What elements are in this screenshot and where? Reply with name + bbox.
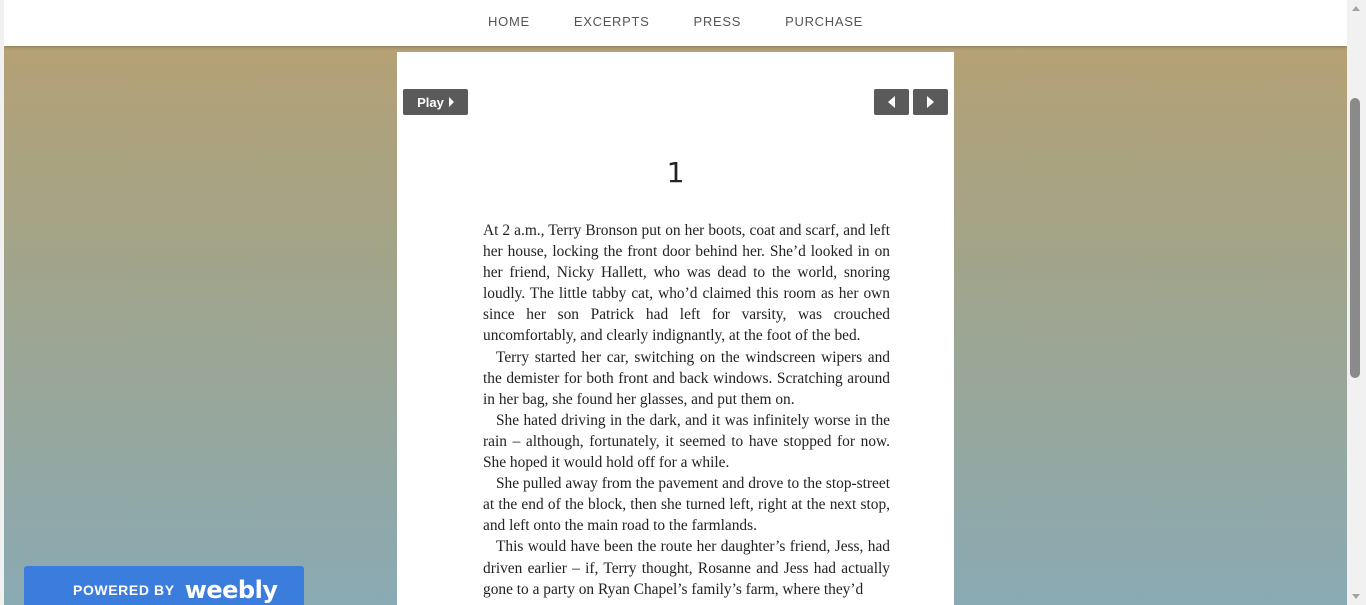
paragraph: She hated driving in the dark, and it wa… (483, 411, 890, 472)
page-background: HOME EXCERPTS PRESS PURCHASE Play 1 At 2… (4, 0, 1347, 605)
paragraph: She pulled away from the pavement and dr… (483, 475, 890, 535)
paragraph: At 2 a.m., Terry Bronson put on her boot… (483, 222, 890, 345)
next-page-button[interactable] (913, 89, 948, 115)
play-button[interactable]: Play (403, 89, 468, 115)
play-label: Play (417, 94, 444, 110)
paragraph: Terry started her car, switching on the … (483, 348, 890, 408)
caret-left-icon (888, 96, 895, 108)
vertical-scrollbar[interactable] (1347, 0, 1366, 605)
book-viewer: Play 1 At 2 a.m., Terry Bronson put on h… (397, 52, 954, 605)
nav-press[interactable]: PRESS (672, 14, 764, 29)
play-icon (448, 97, 454, 107)
scroll-thumb[interactable] (1350, 98, 1360, 378)
scroll-up-arrow-icon[interactable] (1352, 6, 1360, 11)
powered-by-weebly-badge[interactable]: POWERED BY weebly (24, 566, 304, 605)
weebly-logo: weebly (184, 576, 278, 604)
scroll-down-arrow-icon[interactable] (1352, 594, 1360, 599)
main-nav: HOME EXCERPTS PRESS PURCHASE (4, 0, 1347, 42)
nav-purchase[interactable]: PURCHASE (763, 14, 885, 29)
chapter-number: 1 (666, 156, 685, 189)
nav-home[interactable]: HOME (466, 14, 552, 29)
nav-excerpts[interactable]: EXCERPTS (552, 14, 672, 29)
previous-page-button[interactable] (874, 89, 909, 115)
book-page-text: At 2 a.m., Terry Bronson put on her boot… (483, 220, 890, 600)
powered-by-label: POWERED BY (73, 582, 175, 598)
caret-right-icon (927, 96, 934, 108)
paragraph: This would have been the route her daugh… (483, 538, 890, 598)
header-bar: HOME EXCERPTS PRESS PURCHASE (4, 0, 1347, 46)
